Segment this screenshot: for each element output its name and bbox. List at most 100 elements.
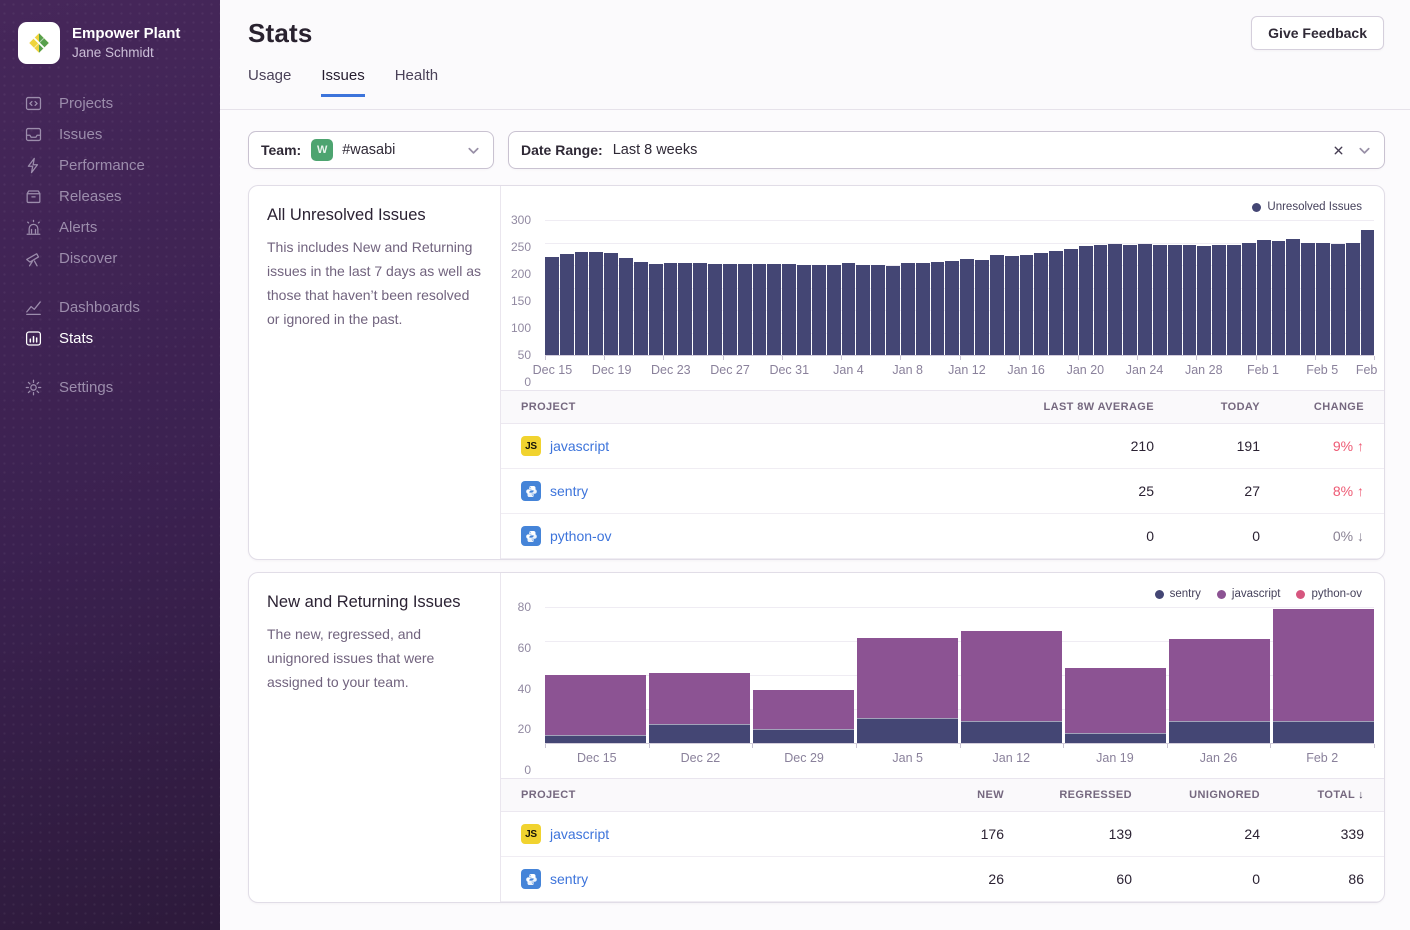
bar xyxy=(1242,243,1256,355)
column-new[interactable]: NEW xyxy=(914,779,1024,812)
stacked-bar xyxy=(649,607,750,743)
bar xyxy=(812,265,826,355)
date-range-select[interactable]: Date Range: Last 8 weeks xyxy=(508,131,1385,169)
bar-segment-sentry xyxy=(1273,721,1374,743)
sidebar-item-performance[interactable]: Performance xyxy=(0,150,220,181)
unresolved-table: PROJECT LAST 8W AVERAGE TODAY CHANGE JSj… xyxy=(501,390,1384,559)
column-regressed[interactable]: REGRESSED xyxy=(1024,779,1152,812)
give-feedback-button[interactable]: Give Feedback xyxy=(1251,16,1384,50)
org-name: Empower Plant xyxy=(72,24,180,44)
sidebar-item-label: Discover xyxy=(59,250,117,267)
bar xyxy=(767,264,781,355)
bar xyxy=(1257,240,1271,355)
tabs: Usage Issues Health xyxy=(248,67,1384,97)
bar-segment-sentry xyxy=(1065,733,1166,743)
bar xyxy=(901,263,915,355)
bar xyxy=(1094,245,1108,355)
tab-health[interactable]: Health xyxy=(395,67,438,97)
panel-title: New and Returning Issues xyxy=(267,593,482,612)
legend-item[interactable]: javascript xyxy=(1217,588,1281,600)
team-select[interactable]: Team: W #wasabi xyxy=(248,131,494,169)
bar xyxy=(1197,246,1211,355)
bar xyxy=(1005,256,1019,355)
bar xyxy=(708,264,722,355)
sidebar-item-dashboards[interactable]: Dashboards xyxy=(0,292,220,323)
total-value: 86 xyxy=(1280,857,1384,902)
panel-description: The new, regressed, and unignored issues… xyxy=(267,622,482,694)
sidebar-item-label: Dashboards xyxy=(59,299,140,316)
unresolved-chart-plot[interactable] xyxy=(545,220,1374,356)
content: Team: W #wasabi Date Range: Last 8 weeks… xyxy=(220,110,1410,930)
javascript-platform-icon: JS xyxy=(521,824,541,844)
team-select-value: #wasabi xyxy=(342,142,395,158)
panel-all-unresolved-issues: All Unresolved Issues This includes New … xyxy=(248,185,1385,560)
bar-segment-javascript xyxy=(753,690,854,729)
change-value: 9% ↑ xyxy=(1280,424,1384,469)
sidebar-item-label: Releases xyxy=(59,188,122,205)
bar xyxy=(871,265,885,355)
chevron-down-icon xyxy=(1357,143,1372,158)
legend-item[interactable]: sentry xyxy=(1155,588,1201,600)
sidebar-item-discover[interactable]: Discover xyxy=(0,243,220,274)
sidebar-item-releases[interactable]: Releases xyxy=(0,181,220,212)
bar xyxy=(1153,245,1167,355)
legend-item[interactable]: Unresolved Issues xyxy=(1252,201,1362,213)
bar xyxy=(1049,251,1063,355)
project-link[interactable]: python-ov xyxy=(550,528,611,544)
stacked-bar xyxy=(753,607,854,743)
chart-area: 050100150200250300 Dec 15Dec 19Dec 23Dec… xyxy=(501,220,1374,382)
clear-date-range-icon[interactable] xyxy=(1332,144,1345,157)
table-row: JSjavascript 176 139 24 339 xyxy=(501,812,1384,857)
new-returning-chart-xaxis: Dec 15Dec 22Dec 29Jan 5Jan 12Jan 19Jan 2… xyxy=(545,744,1374,770)
projects-icon xyxy=(23,94,43,114)
new-returning-chart-plot[interactable] xyxy=(545,607,1374,744)
column-unignored[interactable]: UNIGNORED xyxy=(1152,779,1280,812)
stats-icon xyxy=(23,329,43,349)
bar xyxy=(1361,230,1375,355)
column-total[interactable]: TOTAL↓ xyxy=(1280,779,1384,812)
sidebar-item-projects[interactable]: Projects xyxy=(0,88,220,119)
project-link[interactable]: javascript xyxy=(550,438,609,454)
table-row: python-ov 0 0 0% ↓ xyxy=(501,514,1384,559)
stacked-bar xyxy=(1065,607,1166,743)
bar xyxy=(1168,245,1182,355)
org-switcher[interactable]: Empower Plant Jane Schmidt xyxy=(0,18,220,82)
sidebar-item-issues[interactable]: Issues xyxy=(0,119,220,150)
panel-main: Unresolved Issues 050100150200250300 Dec… xyxy=(501,186,1384,559)
bar xyxy=(604,253,618,355)
bar-segment-javascript xyxy=(857,638,958,718)
bar xyxy=(619,258,633,355)
change-value: 8% ↑ xyxy=(1280,469,1384,514)
filter-bar: Team: W #wasabi Date Range: Last 8 weeks xyxy=(248,131,1385,169)
stacked-bar xyxy=(1169,607,1270,743)
table-row: JSjavascript 210 191 9% ↑ xyxy=(501,424,1384,469)
avg-value: 210 xyxy=(964,424,1174,469)
bar xyxy=(1183,245,1197,355)
bar xyxy=(886,266,900,355)
sidebar-item-label: Performance xyxy=(59,157,145,174)
bar xyxy=(723,264,737,355)
sidebar-item-label: Issues xyxy=(59,126,102,143)
column-change: CHANGE xyxy=(1280,391,1384,424)
panel-description: This includes New and Returning issues i… xyxy=(267,235,482,331)
project-link[interactable]: sentry xyxy=(550,483,588,499)
bar-segment-sentry xyxy=(857,718,958,744)
bar xyxy=(1272,241,1286,355)
avg-value: 0 xyxy=(964,514,1174,559)
sidebar-item-settings[interactable]: Settings xyxy=(0,372,220,403)
sort-descending-icon: ↓ xyxy=(1358,789,1364,801)
tab-issues[interactable]: Issues xyxy=(321,67,364,97)
legend-item[interactable]: python-ov xyxy=(1296,588,1362,600)
bar xyxy=(1331,244,1345,355)
avg-value: 25 xyxy=(964,469,1174,514)
bar xyxy=(634,262,648,355)
bar-segment-sentry xyxy=(753,729,854,743)
new-returning-chart-legend: sentry javascript python-ov xyxy=(501,585,1374,603)
project-link[interactable]: sentry xyxy=(550,871,588,887)
sidebar-item-stats[interactable]: Stats xyxy=(0,323,220,354)
team-select-label: Team: xyxy=(261,142,301,158)
tab-usage[interactable]: Usage xyxy=(248,67,291,97)
project-link[interactable]: javascript xyxy=(550,826,609,842)
bar xyxy=(738,264,752,355)
sidebar-item-alerts[interactable]: Alerts xyxy=(0,212,220,243)
